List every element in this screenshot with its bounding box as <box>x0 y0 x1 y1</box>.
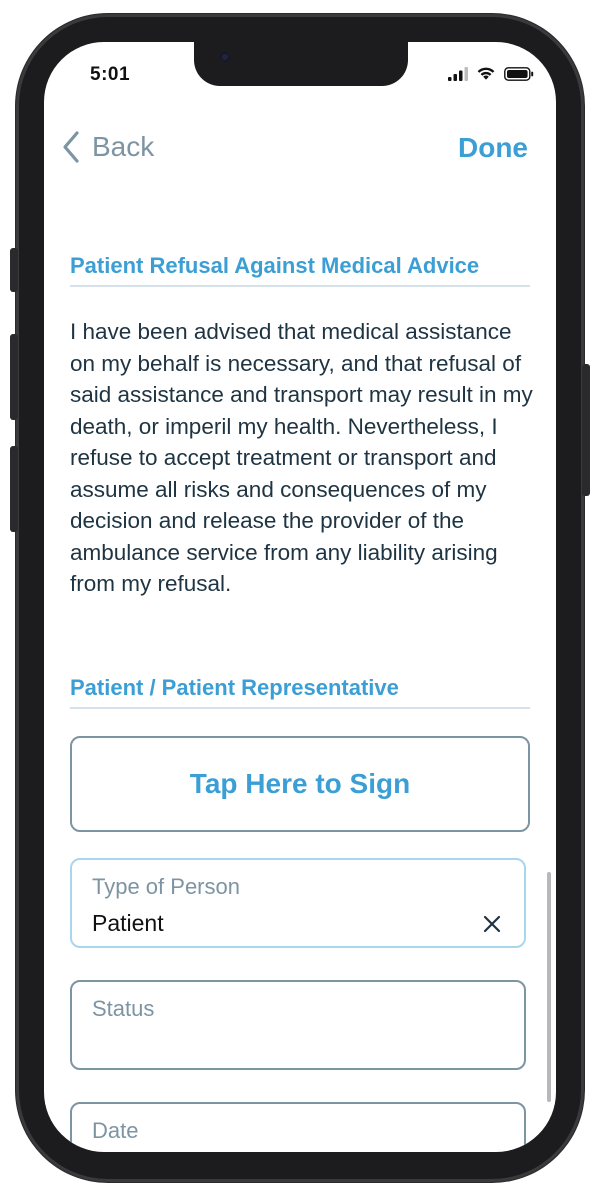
status-label: Status <box>92 996 155 1021</box>
date-field[interactable]: Date <box>70 1102 526 1152</box>
clear-icon[interactable] <box>480 912 504 936</box>
type-of-person-label: Type of Person <box>92 874 240 899</box>
type-of-person-field[interactable]: Type of Person Patient <box>70 858 526 948</box>
scrollbar[interactable] <box>547 872 551 1102</box>
status-time: 5:01 <box>90 64 131 85</box>
refusal-statement: I have been advised that medical assista… <box>70 319 533 596</box>
representative-section-title: Patient / Patient Representative <box>70 675 530 709</box>
action-button <box>10 248 18 292</box>
cellular-signal-icon <box>448 67 468 81</box>
wifi-icon <box>477 67 495 80</box>
power-button <box>582 364 590 496</box>
battery-icon <box>504 67 534 81</box>
status-icons <box>448 66 534 81</box>
back-button[interactable]: Back <box>62 130 154 164</box>
refusal-section-title: Patient Refusal Against Medical Advice <box>70 253 530 287</box>
done-button[interactable]: Done <box>458 132 528 164</box>
status-field[interactable]: Status <box>70 980 526 1070</box>
screen: 5:01 Back Done Patient Refusal Against M… <box>44 42 556 1152</box>
volume-up-button <box>10 334 18 420</box>
chevron-left-icon <box>63 131 79 163</box>
notch <box>194 42 408 86</box>
date-label: Date <box>92 1118 139 1143</box>
signature-pad-button[interactable]: Tap Here to Sign <box>70 736 530 832</box>
volume-down-button <box>10 446 18 532</box>
type-of-person-value: Patient <box>92 910 164 936</box>
camera <box>220 52 230 62</box>
back-button-label: Back <box>92 131 155 162</box>
